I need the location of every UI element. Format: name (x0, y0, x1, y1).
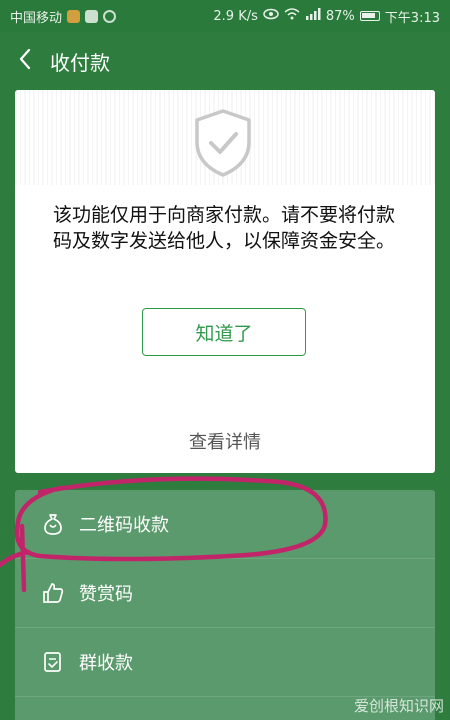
title-bar: 收付款 (0, 32, 450, 90)
thumbs-up-icon (41, 581, 65, 605)
dialog-message: 该功能仅用于向商家付款。请不要将付款码及数字发送给他人，以保障资金安全。 (53, 204, 396, 252)
chevron-left-icon (18, 48, 32, 74)
wechat-notification-icon (103, 9, 117, 23)
menu-item-label: 二维码收款 (79, 515, 169, 536)
status-right: 2.9 K/s 87% 下午3:13 (213, 7, 440, 26)
status-left: 中国移动 (10, 7, 117, 26)
payment-menu: 二维码收款 赞赏码 群收款 (15, 490, 435, 720)
got-it-button[interactable]: 知道了 (142, 308, 306, 356)
security-notice-dialog: 该功能仅用于向商家付款。请不要将付款码及数字发送给他人，以保障资金安全。 知道了… (15, 90, 435, 473)
page-title: 收付款 (50, 50, 110, 75)
battery-icon (359, 11, 380, 21)
status-bar: 中国移动 2.9 K/s 87% 下午3:13 (0, 0, 450, 32)
back-button[interactable] (0, 32, 50, 90)
view-details-link[interactable]: 查看详情 (15, 428, 435, 454)
site-watermark: 爱创根知识网 (353, 697, 444, 715)
signal-icon (305, 8, 321, 24)
image-notification-icon (85, 9, 99, 23)
carrier-text: 中国移动 (10, 10, 63, 26)
wifi-icon (284, 8, 300, 24)
group-bill-icon (41, 650, 65, 674)
battery-percent: 87% (325, 8, 355, 24)
menu-item-label: 赞赏码 (79, 584, 133, 605)
menu-item-qr-collect[interactable]: 二维码收款 (15, 490, 435, 559)
menu-item-group-collect[interactable]: 群收款 (15, 628, 435, 697)
qr-pouch-icon (41, 512, 65, 536)
shield-check-icon (191, 108, 255, 178)
app-notification-icon (67, 9, 81, 23)
menu-item-appreciation-code[interactable]: 赞赏码 (15, 559, 435, 628)
network-speed: 2.9 K/s (213, 8, 258, 24)
eye-icon (263, 8, 279, 24)
menu-item-label: 群收款 (79, 653, 133, 674)
clock-time: 下午3:13 (384, 10, 440, 26)
